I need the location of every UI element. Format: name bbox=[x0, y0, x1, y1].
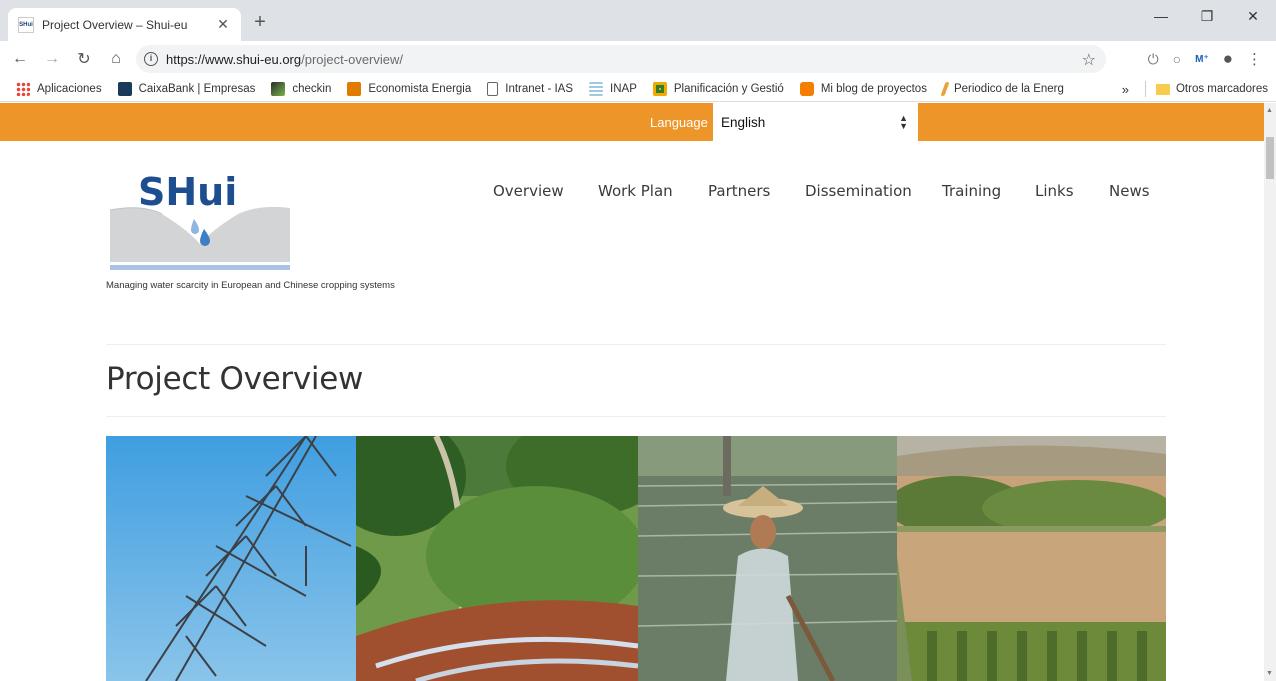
url-host: https://www.shui-eu.org bbox=[166, 51, 302, 67]
scroll-thumb[interactable] bbox=[1266, 137, 1274, 179]
bookmark-label: Planificación y Gestió bbox=[673, 82, 784, 95]
bookmark-planificacion[interactable]: Planificación y Gestió bbox=[652, 81, 784, 96]
bookmark-periodico-energia[interactable]: Periodico de la Energ bbox=[940, 81, 1064, 96]
tab-strip: SHui Project Overview – Shui-eu ✕ + — ❐ … bbox=[0, 0, 1276, 41]
periodico-icon bbox=[940, 81, 950, 96]
bookmark-label: Periodico de la Energ bbox=[953, 82, 1064, 95]
apps-grid-icon bbox=[16, 81, 30, 96]
bookmark-checkin[interactable]: checkin bbox=[271, 81, 332, 96]
language-select[interactable]: English ▲ ▼ bbox=[713, 103, 918, 141]
url-text[interactable]: https://www.shui-eu.org/project-overview… bbox=[166, 52, 403, 67]
bookmarks-bar: Aplicaciones CaixaBank | Empresas checki… bbox=[0, 76, 1276, 102]
reload-icon[interactable]: ↻ bbox=[72, 47, 96, 71]
nav-training[interactable]: Training bbox=[942, 182, 1001, 200]
bookmark-economista-energia[interactable]: Economista Energia bbox=[347, 81, 472, 96]
bookmarks-divider bbox=[1144, 81, 1146, 97]
bookmark-label: Mi blog de proyectos bbox=[820, 82, 927, 95]
nav-news[interactable]: News bbox=[1109, 182, 1150, 200]
forward-icon[interactable]: → bbox=[40, 47, 64, 71]
language-selected-value: English bbox=[721, 114, 766, 130]
language-bar: Language bbox=[0, 103, 1264, 141]
banner-image bbox=[106, 436, 1166, 681]
restore-icon[interactable]: ❐ bbox=[1184, 0, 1230, 32]
bookmark-label: checkin bbox=[292, 82, 332, 95]
bookmark-inap[interactable]: INAP bbox=[589, 81, 637, 96]
bookmarks-overflow: » Otros marcadores bbox=[1122, 76, 1268, 102]
nav-dissemination[interactable]: Dissemination bbox=[805, 182, 912, 200]
nav-overview[interactable]: Overview bbox=[493, 182, 564, 200]
scroll-down-icon[interactable]: ▼ bbox=[1266, 670, 1273, 677]
site-favicon-icon: SHui bbox=[18, 16, 34, 33]
m-extension-icon[interactable]: M⁺ bbox=[1195, 54, 1209, 65]
nav-links[interactable]: Links bbox=[1035, 182, 1074, 200]
page-scrollbar[interactable]: ▲ ▼ bbox=[1264, 103, 1276, 681]
url-path: /project-overview/ bbox=[301, 51, 403, 67]
home-icon[interactable]: ⌂ bbox=[104, 47, 128, 71]
terraced-fields-photo bbox=[356, 436, 638, 681]
browser-tab-active[interactable]: SHui Project Overview – Shui-eu ✕ bbox=[8, 8, 241, 41]
inap-icon bbox=[589, 81, 604, 96]
bookmark-intranet-ias[interactable]: Intranet - IAS bbox=[487, 81, 574, 96]
economista-energia-icon bbox=[347, 81, 362, 96]
page-title: Project Overview bbox=[106, 361, 364, 397]
back-icon[interactable]: ← bbox=[8, 47, 32, 71]
extension-icons: ⏻ ○ M⁺ ● ⋮ bbox=[1148, 45, 1262, 73]
caixabank-icon bbox=[117, 81, 132, 96]
shui-logo[interactable]: SHui bbox=[110, 166, 290, 274]
checkin-icon bbox=[271, 81, 286, 96]
minimize-icon[interactable]: — bbox=[1138, 0, 1184, 32]
select-arrows-icon: ▲ ▼ bbox=[899, 113, 908, 131]
agricultural-field-photo bbox=[897, 436, 1166, 681]
bookmark-label: Aplicaciones bbox=[37, 82, 102, 95]
nav-work-plan[interactable]: Work Plan bbox=[598, 182, 673, 200]
bookmark-star-icon[interactable]: ☆ bbox=[1082, 50, 1096, 70]
bookmark-mi-blog[interactable]: Mi blog de proyectos bbox=[799, 81, 927, 96]
divider bbox=[106, 416, 1166, 417]
scroll-up-icon[interactable]: ▲ bbox=[1266, 107, 1273, 114]
more-bookmarks-icon[interactable]: » bbox=[1122, 82, 1129, 97]
browser-toolbar: ← → ↻ ⌂ i https://www.shui-eu.org/projec… bbox=[0, 41, 1276, 76]
other-bookmarks[interactable]: Otros marcadores bbox=[1176, 83, 1268, 95]
logo-text: SHui bbox=[138, 170, 237, 214]
window-controls: — ❐ ✕ bbox=[1138, 0, 1276, 32]
bookmark-label: Intranet - IAS bbox=[505, 82, 574, 95]
rice-farmer-photo bbox=[638, 436, 897, 681]
close-window-icon[interactable]: ✕ bbox=[1230, 0, 1276, 32]
blogger-icon bbox=[799, 81, 814, 96]
bookmark-label: CaixaBank | Empresas bbox=[138, 82, 256, 95]
irrigation-pivot-photo bbox=[106, 436, 356, 681]
folder-icon bbox=[1155, 83, 1170, 95]
bookmark-caixabank[interactable]: CaixaBank | Empresas bbox=[117, 81, 256, 96]
circle-extension-icon[interactable]: ○ bbox=[1173, 51, 1181, 67]
planificacion-icon bbox=[652, 81, 667, 96]
power-extension-icon[interactable]: ⏻ bbox=[1148, 51, 1159, 68]
divider bbox=[106, 344, 1166, 345]
tab-title: Project Overview – Shui-eu bbox=[42, 17, 188, 32]
nav-partners[interactable]: Partners bbox=[708, 182, 770, 200]
new-tab-icon[interactable]: + bbox=[250, 12, 270, 32]
profile-icon[interactable]: ● bbox=[1223, 49, 1233, 69]
close-tab-icon[interactable]: ✕ bbox=[215, 16, 231, 33]
page-icon bbox=[487, 81, 499, 96]
menu-kebab-icon[interactable]: ⋮ bbox=[1247, 50, 1262, 68]
language-label: Language bbox=[650, 115, 708, 130]
bookmark-label: INAP bbox=[610, 82, 637, 95]
address-bar[interactable]: i https://www.shui-eu.org/project-overvi… bbox=[136, 45, 1106, 73]
bookmark-aplicaciones[interactable]: Aplicaciones bbox=[16, 81, 102, 96]
site-tagline: Managing water scarcity in European and … bbox=[106, 280, 395, 291]
info-icon[interactable]: i bbox=[144, 52, 158, 66]
bookmark-label: Economista Energia bbox=[368, 82, 472, 95]
